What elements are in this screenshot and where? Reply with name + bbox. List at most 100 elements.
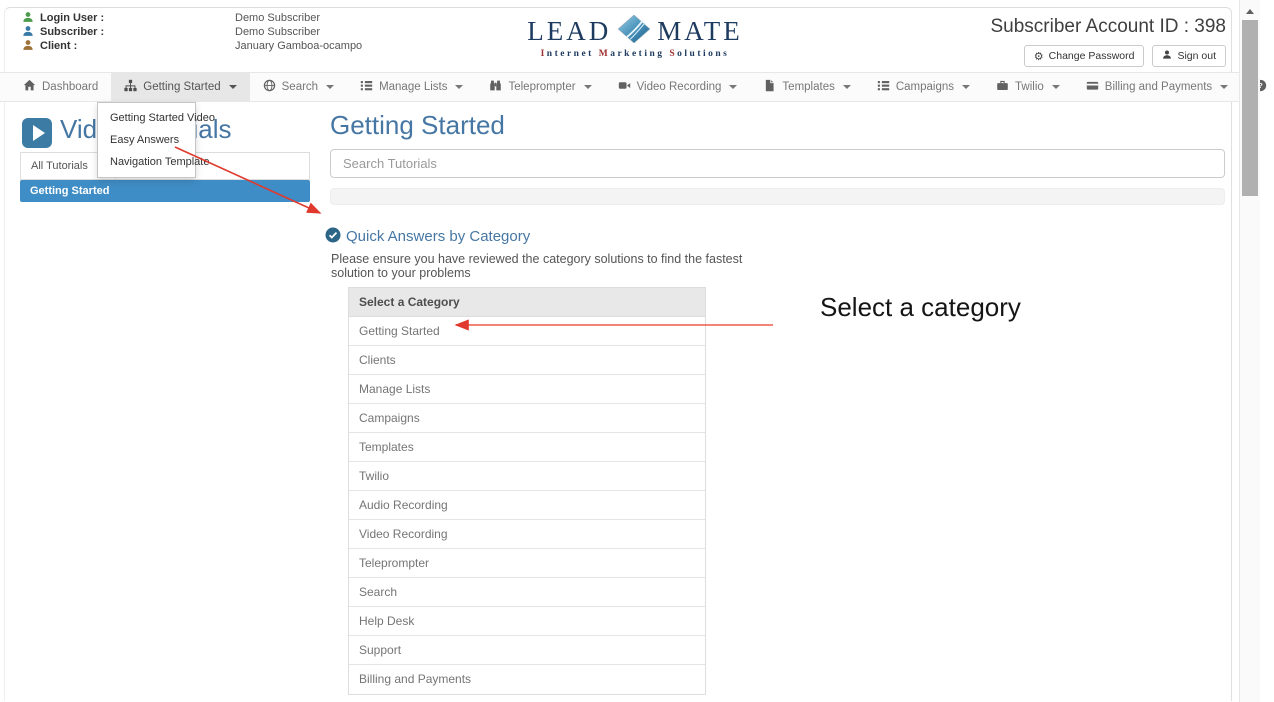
nav-item-dashboard[interactable]: Dashboard: [10, 73, 111, 101]
category-table-header: Select a Category: [349, 288, 705, 317]
change-password-label: Change Password: [1049, 50, 1135, 62]
sign-out-label: Sign out: [1177, 50, 1216, 62]
category-row-campaigns[interactable]: Campaigns: [349, 404, 705, 433]
subscriber-value: Demo Subscriber: [235, 26, 320, 38]
nav-item-billing-and-payments[interactable]: Billing and Payments: [1073, 73, 1241, 101]
nav-item-getting-started[interactable]: Getting Started: [111, 73, 249, 101]
leadmate-logo: LEAD MATE Internet Marketing Solutions: [505, 15, 765, 59]
category-row-support[interactable]: Support: [349, 636, 705, 665]
play-icon: [22, 118, 52, 148]
description-line: Please ensure you have reviewed the cate…: [331, 253, 742, 267]
home-icon: [23, 79, 36, 95]
chevron-down-icon: [229, 85, 237, 89]
chevron-down-icon: [584, 85, 592, 89]
nav-label: Templates: [782, 81, 834, 93]
tagline-cap: S: [669, 49, 677, 59]
chevron-down-icon: [843, 85, 851, 89]
scroll-up-arrow-icon[interactable]: [1246, 9, 1254, 14]
subscriber-label: Subscriber :: [40, 26, 104, 38]
video-camera-icon: [618, 79, 631, 95]
nav-item-twilio[interactable]: Twilio: [983, 73, 1073, 101]
quick-answers-description: Please ensure you have reviewed the cate…: [331, 253, 742, 280]
getting-started-dropdown: Getting Started Video Easy Answers Navig…: [97, 102, 196, 178]
globe-icon: [263, 79, 276, 95]
user-icon: [22, 11, 34, 26]
nav-label: Campaigns: [896, 81, 954, 93]
list-icon: [360, 79, 373, 95]
category-row-getting-started[interactable]: Getting Started: [349, 317, 705, 346]
search-input[interactable]: [330, 149, 1225, 178]
client-value: January Gamboa-ocampo: [235, 40, 362, 52]
tagline-rest: nternet: [547, 49, 594, 59]
logo-tagline: Internet Marketing Solutions: [505, 49, 765, 59]
user-icon: [22, 39, 34, 54]
tagline-cap: M: [599, 49, 610, 59]
dropdown-item-easy-answers[interactable]: Easy Answers: [98, 129, 195, 151]
nav-label: Getting Started: [143, 81, 220, 93]
category-row-teleprompter[interactable]: Teleprompter: [349, 549, 705, 578]
list-icon: [877, 79, 890, 95]
page-title: Getting Started: [330, 110, 505, 141]
category-row-clients[interactable]: Clients: [349, 346, 705, 375]
nav-label: Manage Lists: [379, 81, 447, 93]
nav-item-manage-lists[interactable]: Manage Lists: [347, 73, 476, 101]
chevron-down-icon: [729, 85, 737, 89]
check-circle-icon: [325, 227, 341, 248]
chevron-down-icon: [326, 85, 334, 89]
sign-out-button[interactable]: Sign out: [1152, 45, 1226, 67]
category-row-billing-and-payments[interactable]: Billing and Payments: [349, 665, 705, 694]
category-row-audio-recording[interactable]: Audio Recording: [349, 491, 705, 520]
category-row-video-recording[interactable]: Video Recording: [349, 520, 705, 549]
nav-item-templates[interactable]: Templates: [750, 73, 863, 101]
chevron-down-icon: [962, 85, 970, 89]
logo-mate-text: MATE: [657, 16, 743, 47]
category-row-templates[interactable]: Templates: [349, 433, 705, 462]
subscriber-account-id: Subscriber Account ID : 398: [990, 16, 1226, 38]
logo-diamond-icon: [618, 15, 650, 48]
chevron-down-icon: [1220, 85, 1228, 89]
nav-label: Teleprompter: [508, 81, 575, 93]
collapsed-panel-strip: [330, 188, 1225, 205]
category-table: Select a Category Getting Started Client…: [348, 287, 706, 695]
scrollbar-thumb[interactable]: [1242, 20, 1258, 196]
file-icon: [763, 79, 776, 95]
nav-item-teleprompter[interactable]: Teleprompter: [476, 73, 604, 101]
user-icon: [22, 25, 34, 40]
change-password-button[interactable]: ⚙ Change Password: [1024, 45, 1145, 67]
tutorials-list-item-getting-started[interactable]: Getting Started: [20, 180, 310, 202]
briefcase-icon: [996, 79, 1009, 95]
nav-label: Twilio: [1015, 81, 1044, 93]
user-icon: [1162, 49, 1172, 63]
nav-label: Search: [282, 81, 318, 93]
nav-label: Dashboard: [42, 81, 98, 93]
annotation-select-a-category: Select a category: [820, 292, 1021, 323]
nav-item-video-recording[interactable]: Video Recording: [605, 73, 751, 101]
main-navbar: Dashboard Getting Started Search Manage …: [0, 72, 1239, 102]
sitemap-icon: [124, 79, 137, 95]
nav-item-campaigns[interactable]: Campaigns: [864, 73, 983, 101]
nav-item-search[interactable]: Search: [250, 73, 347, 101]
tagline-rest: olutions: [677, 49, 729, 59]
vertical-scrollbar: [1239, 0, 1260, 702]
category-row-manage-lists[interactable]: Manage Lists: [349, 375, 705, 404]
dropdown-item-navigation-template[interactable]: Navigation Template: [98, 151, 195, 173]
nav-label: Video Recording: [637, 81, 722, 93]
logo-lead-text: LEAD: [527, 16, 611, 47]
chevron-down-icon: [1052, 85, 1060, 89]
quick-answers-title: Quick Answers by Category: [346, 228, 530, 245]
credit-card-icon: [1086, 79, 1099, 95]
dropdown-item-getting-started-video[interactable]: Getting Started Video: [98, 107, 195, 129]
nav-label: Billing and Payments: [1105, 81, 1212, 93]
binoculars-icon: [489, 79, 502, 95]
chevron-down-icon: [455, 85, 463, 89]
login-user-label: Login User :: [40, 12, 104, 24]
tagline-rest: arketing: [610, 49, 664, 59]
account-buttons: ⚙ Change Password Sign out: [1024, 45, 1226, 67]
category-row-twilio[interactable]: Twilio: [349, 462, 705, 491]
login-user-value: Demo Subscriber: [235, 12, 320, 24]
category-row-help-desk[interactable]: Help Desk: [349, 607, 705, 636]
gear-icon: ⚙: [1034, 51, 1044, 62]
category-row-search[interactable]: Search: [349, 578, 705, 607]
client-label: Client :: [40, 40, 77, 52]
description-line: solution to your problems: [331, 267, 742, 281]
